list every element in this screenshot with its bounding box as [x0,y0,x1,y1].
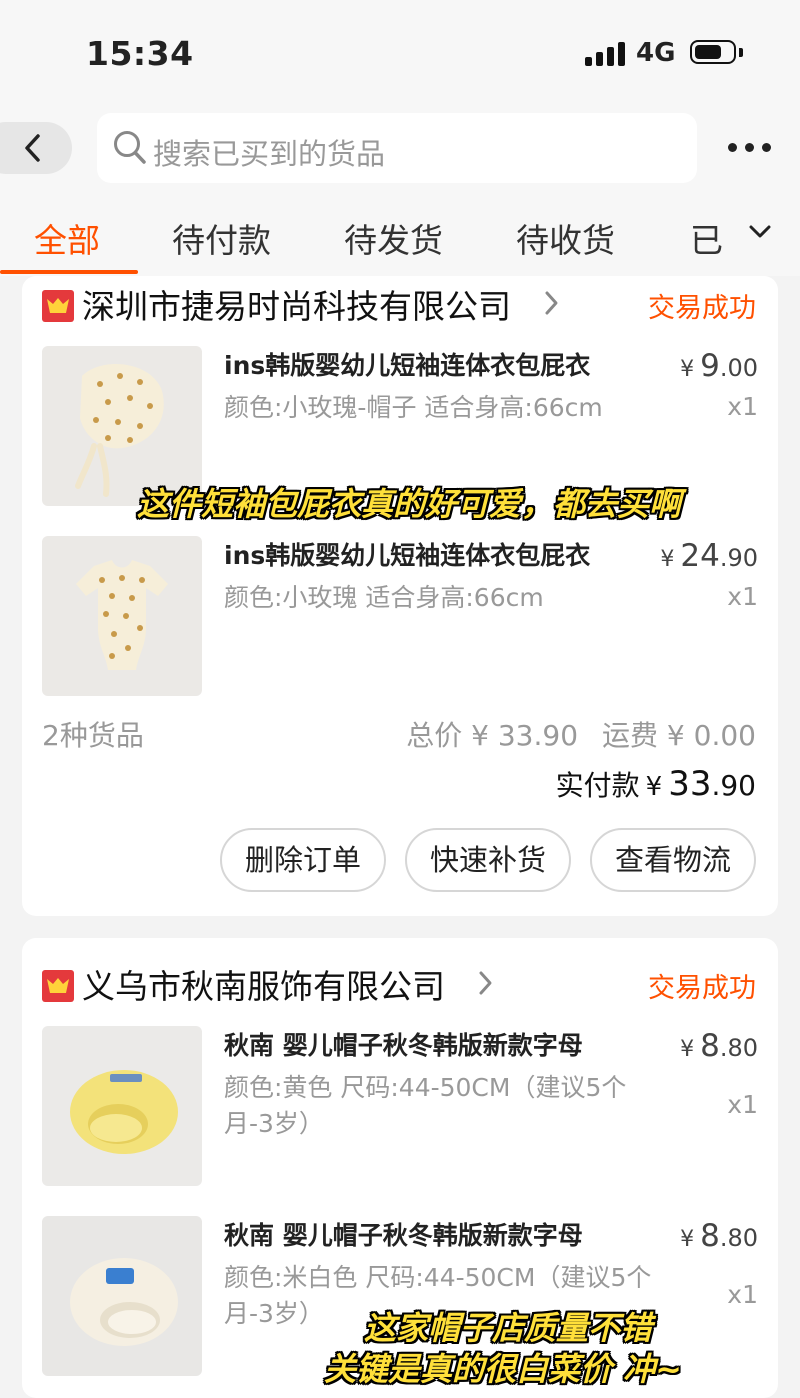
delete-order-button[interactable]: 删除订单 [220,828,386,892]
search-icon [114,131,146,164]
product-title: 秋南 婴儿帽子秋冬韩版新款字母 [224,1031,583,1060]
product-image [42,536,202,696]
product-quantity: x1 [727,1280,758,1309]
chevron-left-icon [25,134,40,162]
product-quantity: x1 [727,392,758,421]
caption-overlay-2: 这家帽子店质量不错 [364,1309,653,1347]
product-image [42,1026,202,1186]
status-bar: 15:34 4G [0,0,800,100]
product-title: ins韩版婴幼儿短袖连体衣包屁衣 [224,351,591,380]
product-price: ¥8.80 [680,1218,758,1254]
order-item[interactable]: 秋南 婴儿帽子秋冬韩版新款字母 颜色:黄色 尺码:44-50CM（建议5个月-3… [42,1026,758,1186]
view-logistics-button[interactable]: 查看物流 [590,828,756,892]
order-status: 交易成功 [648,973,756,1004]
order-card: 深圳市捷易时尚科技有限公司 交易成功 ins韩版婴幼儿短袖连体衣包屁衣 颜色:小… [22,276,778,916]
product-quantity: x1 [727,582,758,611]
chevron-right-icon [479,971,492,995]
order-status: 交易成功 [648,293,756,324]
total-price: 总价 ¥ 33.90 [406,719,579,752]
tab-active-indicator [0,270,138,274]
order-item[interactable]: ins韩版婴幼儿短袖连体衣包屁衣 颜色:小玫瑰 适合身高:66cm ¥24.90… [42,536,758,696]
tab-completed[interactable]: 已 [690,214,723,262]
search-input[interactable]: 搜索已买到的货品 [97,113,697,183]
order-tabs: 全部 待付款 待发货 待收货 已 [0,196,800,276]
product-title: ins韩版婴幼儿短袖连体衣包屁衣 [224,541,591,570]
tab-pending-payment[interactable]: 待付款 [172,214,271,262]
product-price: ¥9.00 [680,348,758,384]
tab-pending-receipt[interactable]: 待收货 [516,214,615,262]
product-image [42,1216,202,1376]
tab-pending-shipment[interactable]: 待发货 [344,214,443,262]
network-label: 4G [636,38,676,68]
shop-name: 义乌市秋南服饰有限公司 [82,967,445,1006]
product-price: ¥8.80 [680,1028,758,1064]
product-quantity: x1 [727,1090,758,1119]
tab-all[interactable]: 全部 [34,214,100,262]
store-icon [42,970,74,1002]
shipping-fee: 运费 ¥ 0.00 [602,719,756,752]
chevron-down-icon[interactable] [748,224,772,240]
store-icon [42,290,74,322]
product-title: 秋南 婴儿帽子秋冬韩版新款字母 [224,1221,583,1250]
amount-paid: 实付款 ¥33.90 [555,764,756,804]
product-spec: 颜色:黄色 尺码:44-50CM（建议5个月-3岁） [224,1073,627,1138]
search-header: 搜索已买到的货品 [0,100,800,196]
product-price: ¥24.90 [660,538,758,574]
caption-overlay-3: 关键是真的很白菜价 冲~ [324,1350,682,1388]
battery-cap [739,48,743,57]
product-spec: 颜色:小玫瑰-帽子 适合身高:66cm [224,393,603,422]
chevron-right-icon [545,291,558,315]
reorder-button[interactable]: 快速补货 [405,828,571,892]
status-time: 15:34 [86,34,194,73]
more-icon[interactable] [728,140,772,154]
caption-overlay-1: 这件短袖包屁衣真的好可爱，都去买啊 [137,485,682,523]
product-spec: 颜色:小玫瑰 适合身高:66cm [224,583,544,612]
battery-icon [690,40,736,64]
order-totals: 总价 ¥ 33.90 运费 ¥ 0.00 [406,714,756,754]
item-count: 2种货品 [42,719,144,752]
back-button[interactable] [0,122,72,174]
search-placeholder: 搜索已买到的货品 [153,137,386,171]
signal-icon [585,42,629,66]
shop-name: 深圳市捷易时尚科技有限公司 [82,287,511,326]
